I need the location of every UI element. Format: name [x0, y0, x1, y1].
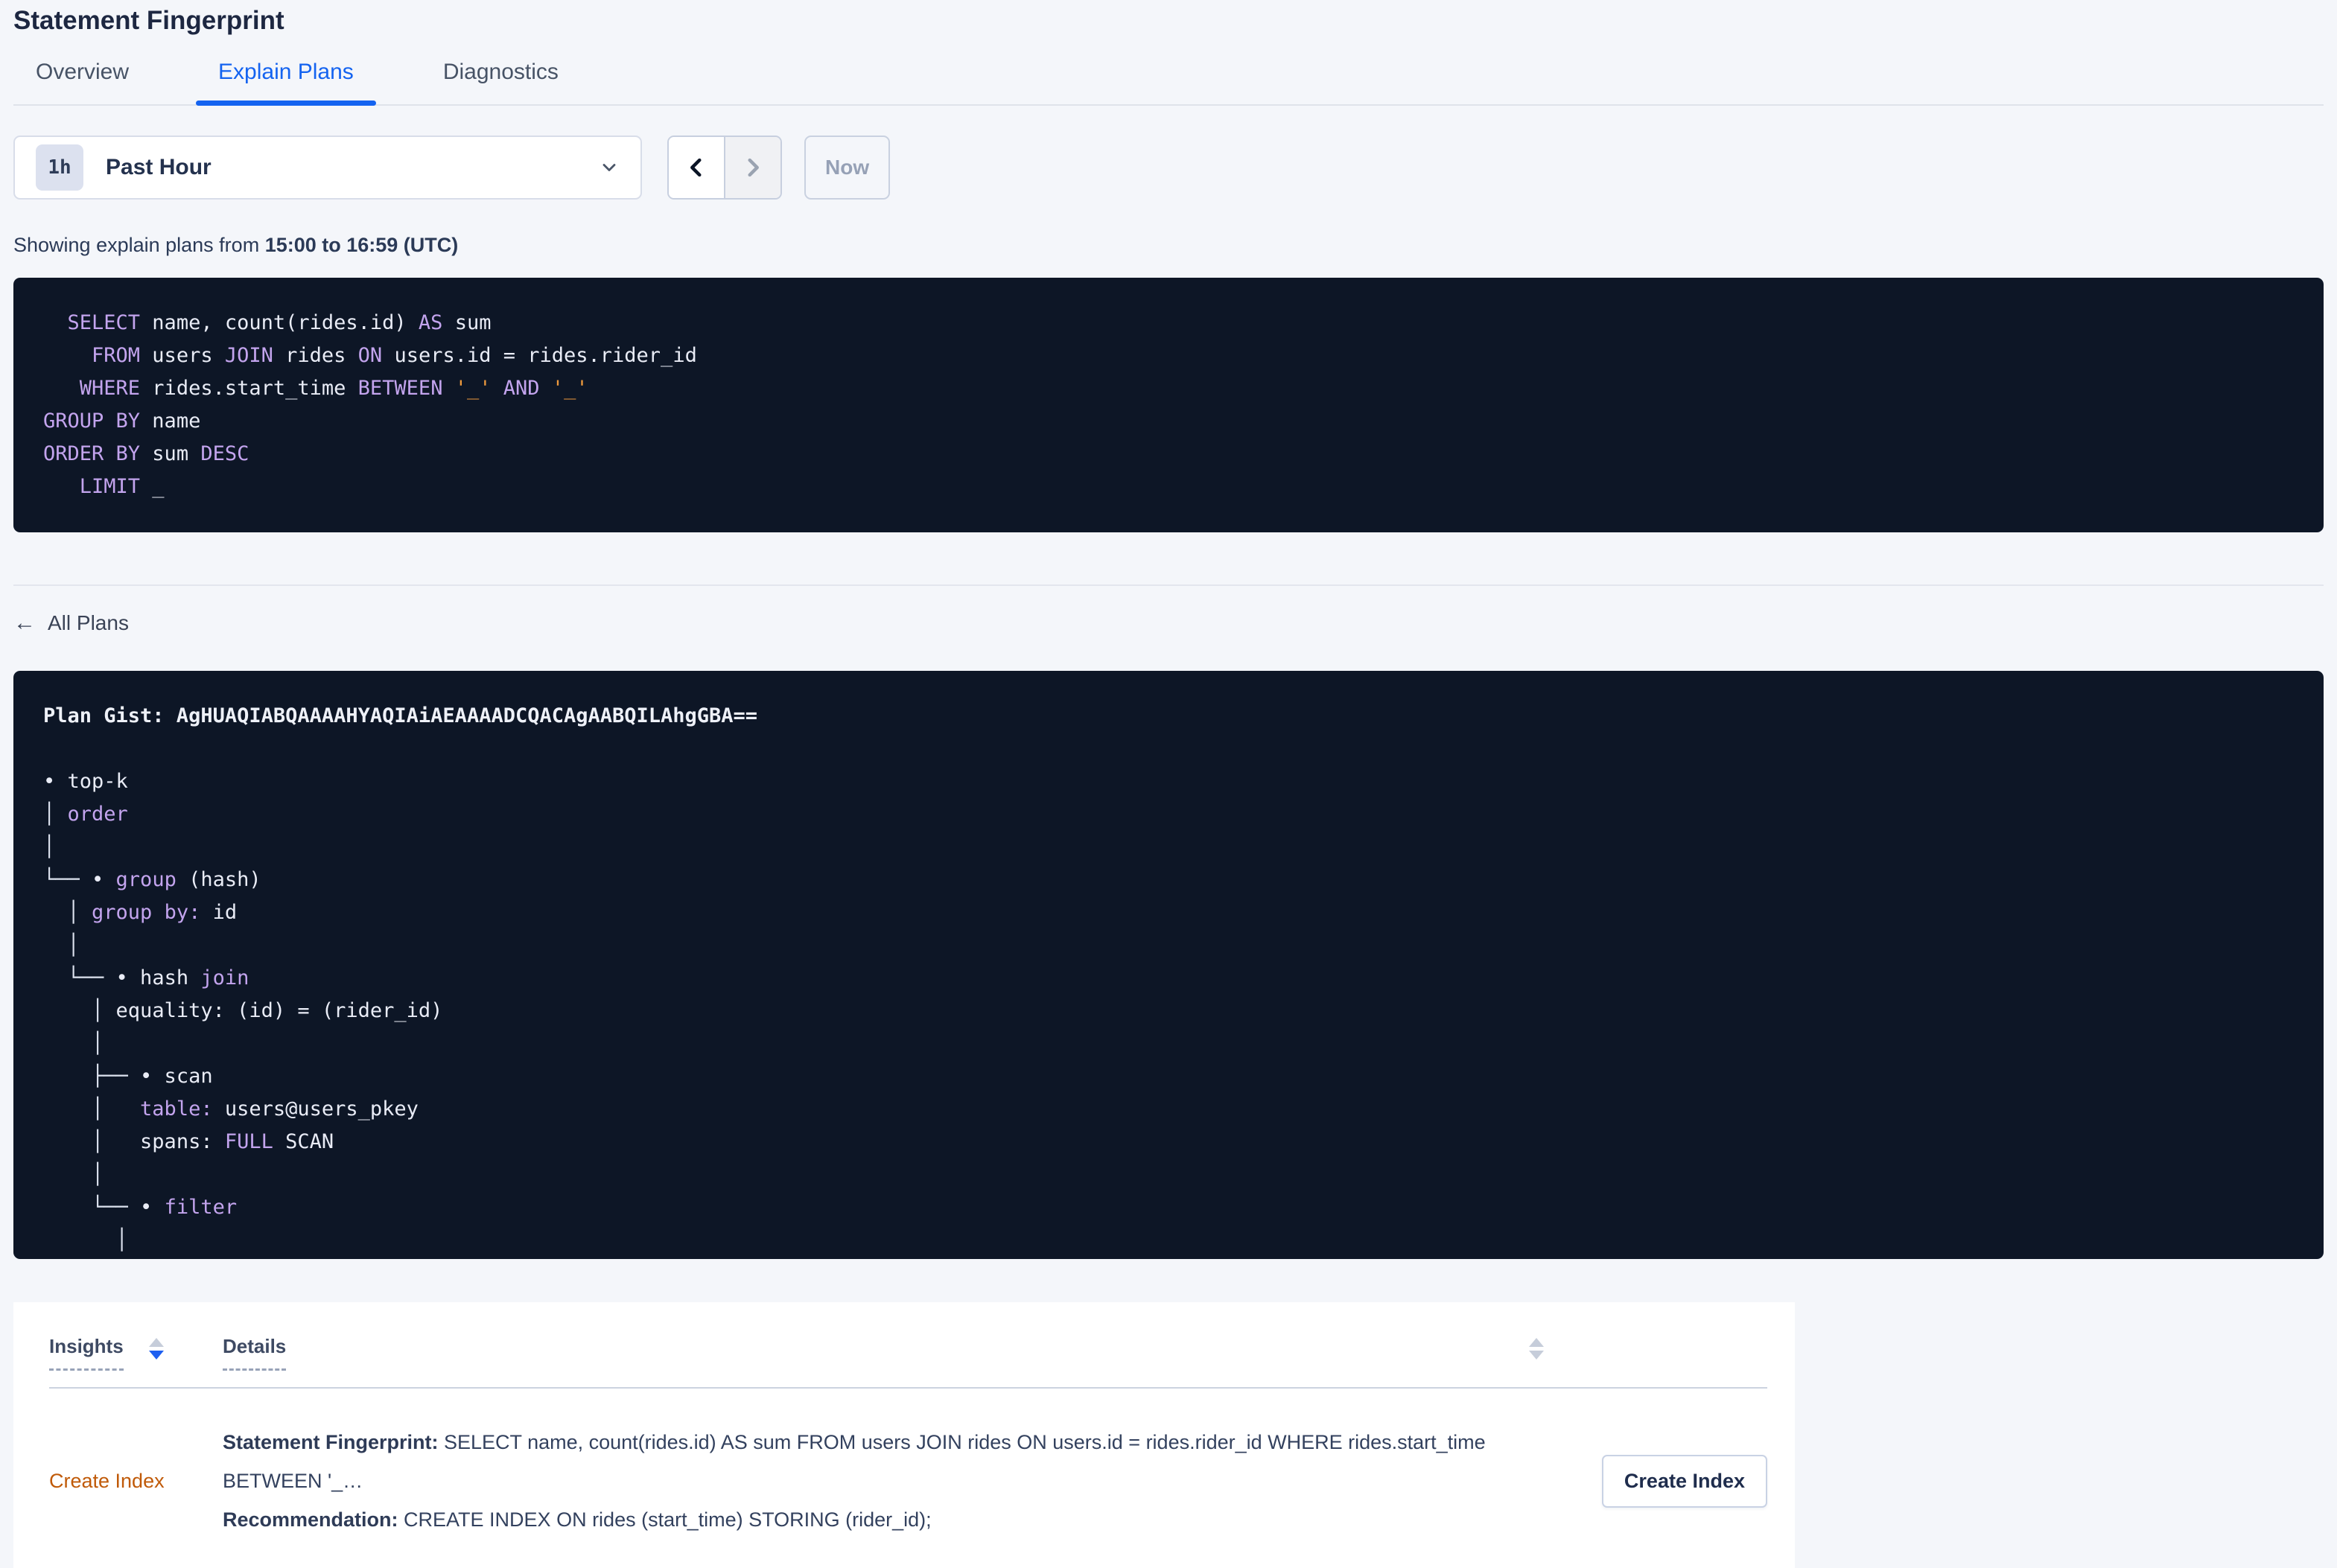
time-range-label: Past Hour	[106, 155, 212, 179]
time-range-badge: 1h	[36, 144, 83, 191]
next-time-button[interactable]	[724, 137, 780, 198]
page-title: Statement Fingerprint	[13, 6, 284, 35]
all-plans-link[interactable]: ← All Plans	[13, 611, 129, 635]
now-button[interactable]: Now	[804, 136, 891, 200]
recommendation-text: CREATE INDEX ON rides (start_time) STORI…	[398, 1508, 932, 1531]
all-plans-label: All Plans	[48, 611, 129, 634]
statement-fingerprint-line: Statement Fingerprint: SELECT name, coun…	[223, 1423, 1544, 1500]
tab-bar: Overview Explain Plans Diagnostics	[13, 60, 2324, 106]
time-range-dropdown[interactable]: 1h Past Hour	[13, 136, 642, 200]
sql-fingerprint-panel: SELECT name, count(rides.id) AS sum FROM…	[13, 278, 2324, 532]
insights-table-header: Insights Details	[49, 1302, 1767, 1387]
insight-details-cell: Statement Fingerprint: SELECT name, coun…	[223, 1423, 1544, 1539]
previous-time-button[interactable]	[669, 137, 724, 198]
arrow-left-icon: ←	[13, 611, 36, 635]
time-controls: 1h Past Hour Now	[13, 136, 2324, 200]
insights-column-label[interactable]: Insights	[49, 1335, 124, 1371]
chevron-down-icon	[599, 157, 620, 178]
plan-gist-panel: Plan Gist: AgHUAQIABQAAAAHYAQIAiAEAAAADC…	[13, 671, 2324, 1259]
sort-details-icon[interactable]	[1529, 1338, 1544, 1360]
create-index-button[interactable]: Create Index	[1601, 1454, 1767, 1508]
showing-range-text: Showing explain plans from 15:00 to 16:5…	[13, 234, 2324, 257]
details-column-label[interactable]: Details	[223, 1335, 287, 1371]
tab-overview[interactable]: Overview	[13, 60, 151, 104]
statement-fingerprint-label: Statement Fingerprint:	[223, 1431, 439, 1453]
details-column-header: Details	[223, 1335, 1544, 1371]
insights-column-header: Insights	[49, 1335, 223, 1371]
insights-table-card: Insights Details Create Index Statement …	[13, 1302, 1795, 1568]
showing-range: 15:00 to 16:59 (UTC)	[264, 234, 459, 256]
chevron-right-icon	[740, 153, 766, 182]
insight-type-link[interactable]: Create Index	[49, 1470, 165, 1492]
chevron-left-icon	[684, 153, 709, 182]
tab-explain-plans[interactable]: Explain Plans	[196, 60, 376, 106]
recommendation-line: Recommendation: CREATE INDEX ON rides (s…	[223, 1500, 1544, 1539]
time-step-buttons	[667, 136, 782, 200]
showing-prefix: Showing explain plans from	[13, 234, 265, 256]
statement-fingerprint-page: Statement Fingerprint Overview Explain P…	[0, 0, 2337, 1568]
recommendation-label: Recommendation:	[223, 1508, 398, 1531]
table-row: Create Index Statement Fingerprint: SELE…	[49, 1389, 1767, 1568]
tab-diagnostics[interactable]: Diagnostics	[421, 60, 581, 104]
sort-insights-icon[interactable]	[148, 1338, 164, 1360]
